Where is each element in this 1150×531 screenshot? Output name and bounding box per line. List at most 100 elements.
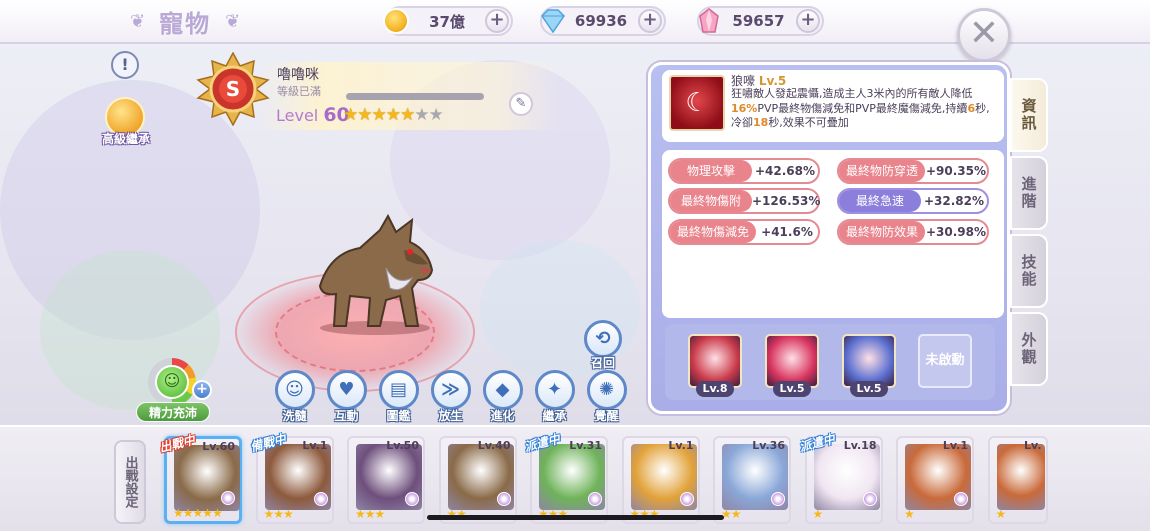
- skill-slot-inactive[interactable]: 未啟動: [918, 334, 972, 388]
- roster-pet-card[interactable]: Lv.60 出戰中 ★★★★★: [158, 433, 242, 524]
- action-candy[interactable]: ✦ 繼承: [532, 370, 577, 424]
- pet-card-level: Lv.: [1024, 439, 1042, 452]
- star-filled-icon: ★: [812, 507, 824, 521]
- currency-diamond: 69936 +: [540, 6, 666, 36]
- element-icon: [954, 492, 968, 506]
- roster-pet-card[interactable]: Lv.50 ★★★: [347, 436, 425, 524]
- coin-value: 37億: [429, 12, 465, 31]
- stat-row: 最終物防效果 +30.98%: [837, 219, 989, 245]
- book-icon: ▤: [378, 370, 419, 410]
- stat-row: 最終物傷減免 +41.6%: [668, 219, 820, 245]
- add-crystal-button[interactable]: +: [796, 9, 820, 33]
- add-coin-button[interactable]: +: [485, 9, 509, 33]
- star-filled-icon: ★: [374, 507, 386, 521]
- stat-row: 物理攻擊 +42.68%: [668, 158, 820, 184]
- stat-value: +126.53%: [752, 194, 821, 208]
- star-filled-icon: ★: [343, 105, 358, 125]
- action-label: 互動: [334, 409, 359, 423]
- action-fish[interactable]: ≫ 放生: [428, 370, 473, 424]
- pet-card-level: Lv.31: [569, 439, 602, 452]
- werewolf-pet-model[interactable]: [300, 208, 450, 336]
- stamina-gauge[interactable]: ☺ + 精力充沛: [136, 358, 212, 422]
- right-wing-icon: ❦: [225, 11, 241, 32]
- fire-orb-skill-icon[interactable]: [765, 334, 819, 388]
- sword-skill-icon[interactable]: [842, 334, 896, 388]
- action-book[interactable]: ▤ 圖鑑: [376, 370, 421, 424]
- star-filled-icon: ★: [385, 105, 401, 125]
- roster-pet-card[interactable]: Lv.1 ★★★: [621, 436, 700, 524]
- star-filled-icon: ★: [192, 506, 204, 520]
- wolf-howl-skill-icon[interactable]: ☾: [669, 75, 725, 131]
- stat-name: 物理攻擊: [670, 160, 752, 182]
- action-heart[interactable]: ♥ 互動: [324, 370, 369, 424]
- star-filled-icon: ★: [371, 105, 387, 125]
- currency-coin: 37億 +: [383, 6, 513, 36]
- gold-coin-icon: [383, 8, 409, 34]
- pet-card-level: Lv.50: [386, 439, 419, 452]
- pet-card-level: Lv.60: [202, 440, 235, 453]
- tab-skills[interactable]: 技能: [1010, 234, 1048, 308]
- rename-pencil-icon[interactable]: ✎: [509, 92, 533, 116]
- star-filled-icon: ★: [173, 506, 184, 520]
- element-icon: [221, 491, 235, 505]
- star-filled-icon: ★: [263, 507, 275, 521]
- tab-advance[interactable]: 進階: [1010, 156, 1048, 230]
- action-awaken[interactable]: ✺ 覺醒: [584, 370, 629, 424]
- page-title: 寵物: [159, 10, 212, 38]
- stat-value: +90.35%: [925, 164, 987, 178]
- star-filled-icon: ★: [364, 507, 376, 521]
- close-button[interactable]: ✕: [957, 8, 1011, 62]
- roster-pet-card[interactable]: Lv.1 備戰中 ★★★: [248, 432, 334, 524]
- pet-card-level: Lv.1: [942, 439, 968, 452]
- stat-value: +41.6%: [761, 225, 813, 239]
- recall-label: 召回: [590, 356, 615, 370]
- action-bar: ☺ 洗髓 ♥ 互動 ▤ 圖鑑 ≫ 放生 ◆ 進化 ✦ 繼承 ✺ 覺醒: [272, 370, 629, 424]
- slash-skill-icon[interactable]: [688, 334, 742, 388]
- add-stamina-button[interactable]: +: [192, 380, 212, 400]
- stat-name: 最終物防穿透: [839, 160, 926, 182]
- skill-slot-level: Lv.5: [850, 381, 888, 397]
- roster-pet-card[interactable]: Lv.40 ★★: [438, 436, 517, 524]
- skill-desc-value: 6: [967, 101, 976, 115]
- action-label: 圖鑑: [386, 409, 411, 423]
- action-crystal-evolve[interactable]: ◆ 進化: [480, 370, 525, 424]
- action-face-wash[interactable]: ☺ 洗髓: [272, 370, 317, 424]
- candy-icon: ✦: [534, 370, 575, 410]
- roster-pet-card[interactable]: Lv.31 派遣中 ★★★: [523, 432, 608, 524]
- level-prefix: Level: [276, 106, 324, 125]
- skill-desc-text: PVP最終物傷減免和PVP最終魔傷減免,持續: [757, 101, 968, 115]
- element-icon: [313, 492, 328, 506]
- star-filled-icon: ★: [355, 507, 366, 521]
- deploy-settings-button[interactable]: 出戰設定: [114, 440, 146, 524]
- stat-name: 最終物防效果: [839, 221, 926, 243]
- tab-appearance[interactable]: 外觀: [1010, 312, 1048, 386]
- skill-desc-text: 秒,效果不可疊加: [768, 116, 849, 129]
- star-empty-icon: ★: [414, 105, 429, 125]
- skill-slot-level: Lv.5: [773, 381, 811, 397]
- pet-level-status: 等級已滿: [277, 85, 321, 98]
- skill-level: Lv.5: [758, 74, 787, 88]
- pet-card-stars: ★★★★★: [173, 506, 223, 520]
- pet-card-level: Lv.18: [843, 439, 877, 452]
- stamina-label: 精力充沛: [136, 402, 210, 422]
- advanced-inherit-label[interactable]: 高級繼承: [95, 130, 157, 147]
- add-diamond-button[interactable]: +: [638, 9, 662, 33]
- star-filled-icon: ★: [212, 506, 223, 520]
- element-icon: [679, 492, 694, 506]
- pet-card-level: Lv.1: [668, 439, 694, 452]
- action-label: 繼承: [542, 409, 567, 423]
- face-wash-icon: ☺: [274, 370, 315, 410]
- skill-desc-value: 16%: [731, 101, 758, 115]
- tab-info[interactable]: 資訊: [1010, 78, 1048, 152]
- roster-pet-card[interactable]: Lv. ★: [987, 436, 1048, 524]
- roster-pet-card[interactable]: Lv.18 派遣中 ★: [797, 432, 883, 524]
- home-indicator: [427, 515, 724, 520]
- recall-button[interactable]: ⟲ 召回: [582, 320, 624, 370]
- roster-pet-card[interactable]: Lv.36 ★★: [713, 436, 791, 524]
- pet-card-stars: ★★: [721, 507, 742, 521]
- info-icon[interactable]: !: [111, 51, 139, 79]
- level-progress-bar: [346, 93, 484, 100]
- roster-pet-card[interactable]: Lv.1 ★: [896, 436, 974, 524]
- pet-level: Level 60: [276, 104, 350, 126]
- awaken-icon: ✺: [586, 370, 627, 410]
